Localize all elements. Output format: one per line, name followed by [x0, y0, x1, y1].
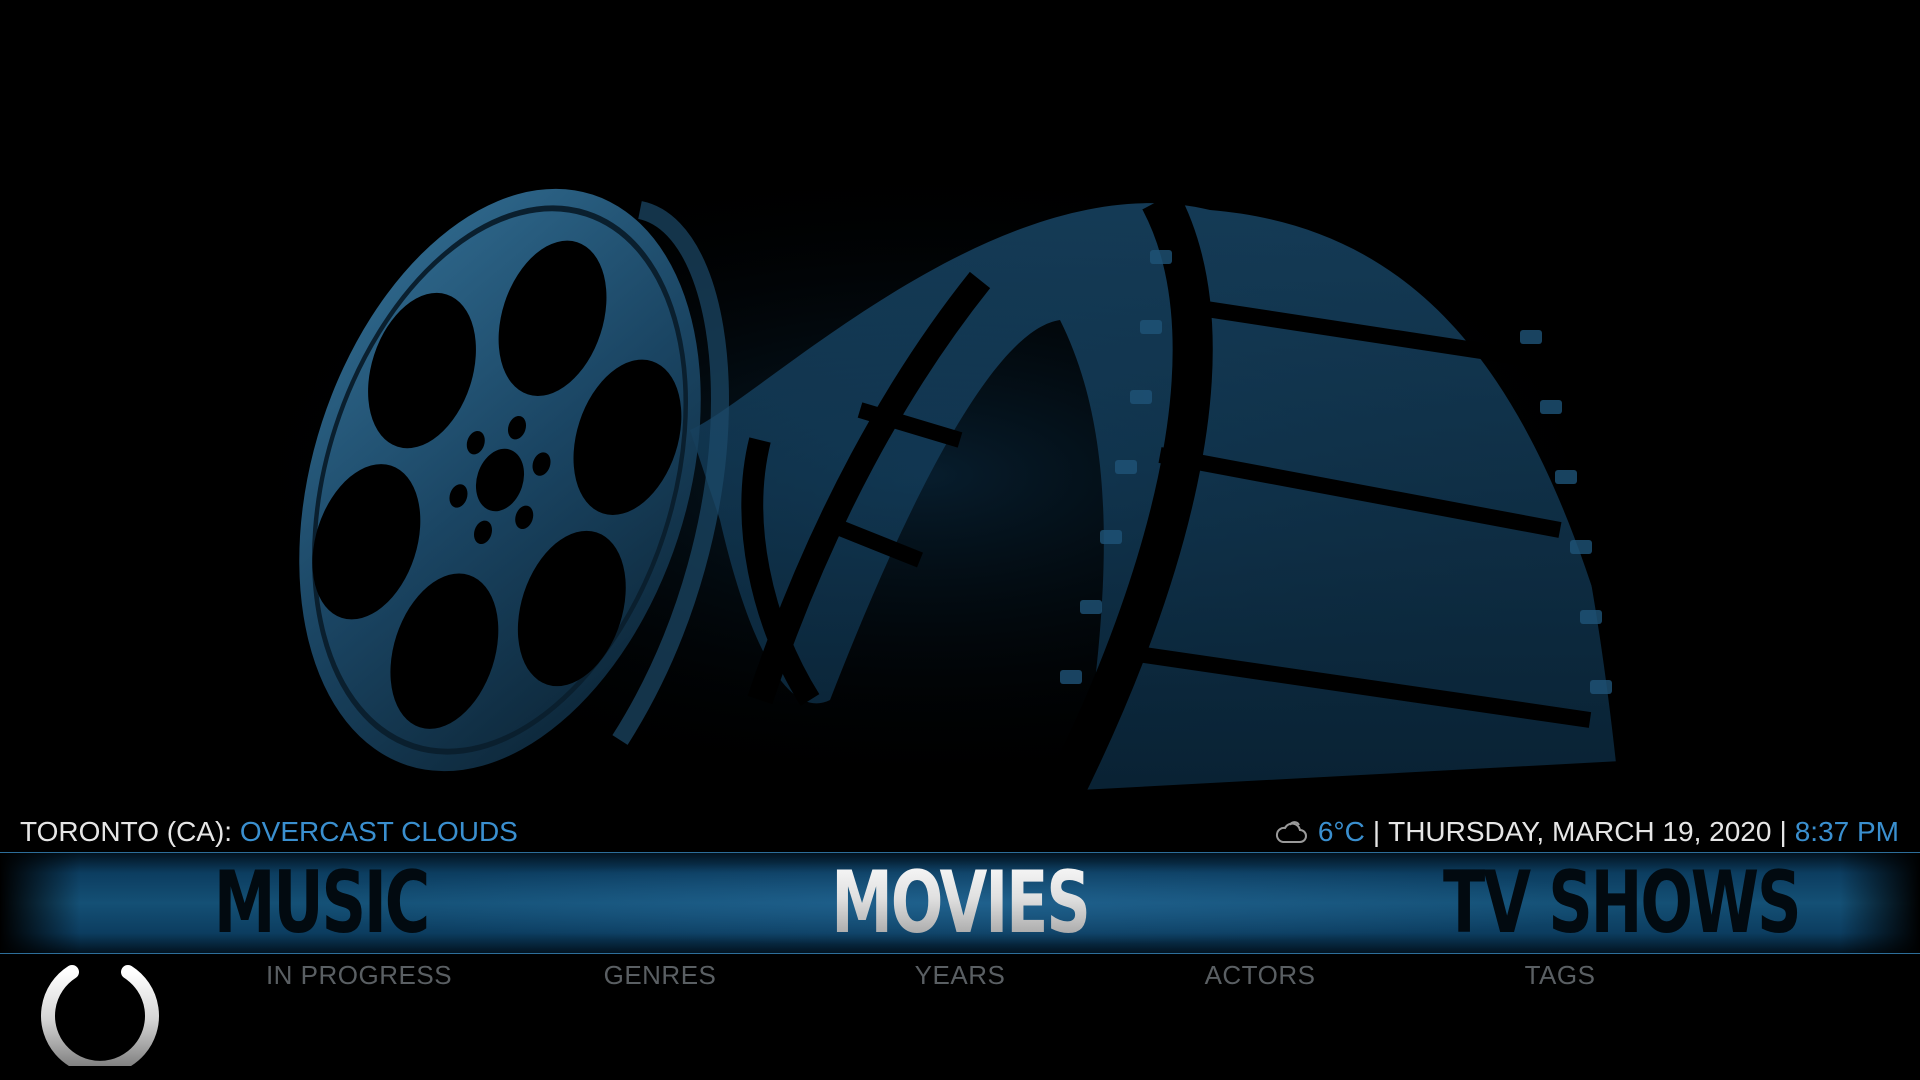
submenu-item-years[interactable]: YEARS: [830, 955, 1090, 995]
power-icon: [41, 941, 159, 1075]
date-time: 6°C | THURSDAY, MARCH 19, 2020 | 8:37 PM: [1274, 812, 1899, 852]
date: THURSDAY, MARCH 19, 2020: [1388, 816, 1772, 847]
submenu-item-actors[interactable]: ACTORS: [1130, 955, 1390, 995]
main-menu: MUSIC MOVIES TV SHOWS: [0, 852, 1920, 954]
submenu-item-genres[interactable]: GENRES: [530, 955, 790, 995]
menu-item-music[interactable]: MUSIC: [195, 853, 447, 953]
info-line: TORONTO (CA): OVERCAST CLOUDS 6°C | THUR…: [0, 812, 1920, 852]
weather-location: TORONTO (CA): OVERCAST CLOUDS: [20, 812, 518, 852]
menu-item-movies[interactable]: MOVIES: [816, 853, 1104, 953]
menu-item-tv-shows[interactable]: TV SHOWS: [1443, 853, 1802, 953]
submenu-item-tags[interactable]: TAGS: [1430, 955, 1690, 995]
separator: |: [1372, 816, 1381, 847]
submenu-item-in-progress[interactable]: IN PROGRESS: [229, 955, 489, 995]
power-button[interactable]: [38, 938, 162, 1075]
separator: |: [1779, 816, 1787, 847]
submenu: IN PROGRESS GENRES YEARS ACTORS TAGS: [0, 955, 1920, 995]
location-label: TORONTO (CA):: [20, 816, 233, 847]
cloud-icon: [1274, 818, 1308, 846]
home-screen: TORONTO (CA): OVERCAST CLOUDS 6°C | THUR…: [0, 0, 1920, 1080]
temperature: 6°C: [1317, 816, 1365, 847]
clock: 8:37 PM: [1794, 816, 1899, 847]
weather-condition: OVERCAST CLOUDS: [239, 816, 518, 847]
